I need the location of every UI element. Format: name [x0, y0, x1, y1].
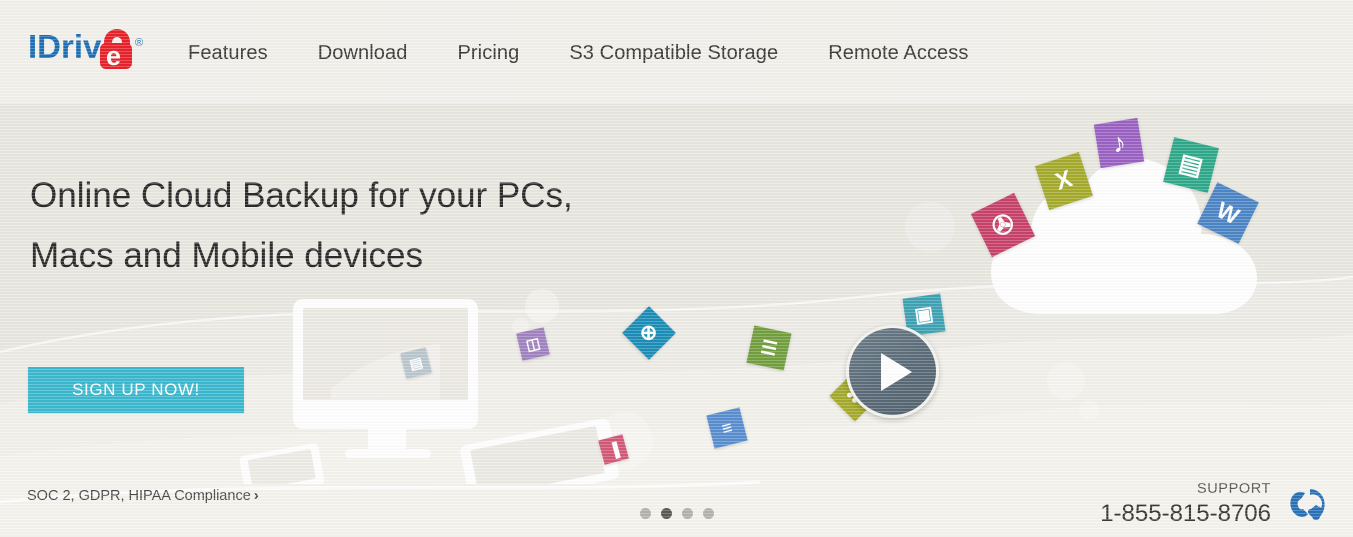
- carousel-dot-2[interactable]: [660, 508, 672, 519]
- file-tile-video-glyph: ▤: [1176, 148, 1206, 181]
- hero-banner: Online Cloud Backup for your PCs, Macs a…: [0, 104, 1353, 537]
- support-label: SUPPORT: [1196, 481, 1271, 497]
- file-tile-image-glyph: ▣: [913, 302, 935, 328]
- decorative-blob: [1047, 362, 1085, 400]
- main-navigation: Features Download Pricing S3 Compatible …: [188, 40, 968, 67]
- nav-item-download[interactable]: Download: [318, 40, 408, 67]
- file-tile-music-glyph: ♪: [1109, 126, 1128, 159]
- svg-text:IDriv: IDriv: [28, 28, 102, 65]
- play-video-button[interactable]: [846, 325, 939, 418]
- decorative-blob: [1079, 400, 1099, 420]
- file-tile-screen-grey-glyph: ▤: [407, 353, 425, 373]
- support-text: SUPPORT 1-855-815-8706: [1100, 479, 1271, 529]
- file-tile-doc-green: ☰: [746, 325, 792, 371]
- headline-line-2: Macs and Mobile devices: [30, 236, 423, 275]
- file-tile-doc-green-glyph: ☰: [759, 336, 779, 360]
- chevron-right-icon: ›: [253, 487, 259, 504]
- file-tile-excel-glyph: X: [1052, 165, 1076, 196]
- support-block: SUPPORT 1-855-815-8706: [1100, 479, 1331, 529]
- svg-text:®: ®: [135, 37, 143, 49]
- carousel-dot-1[interactable]: [639, 508, 651, 519]
- file-tile-globe-glyph: ⊕: [640, 321, 658, 345]
- play-icon: [881, 352, 912, 391]
- nav-item-remote-access[interactable]: Remote Access: [828, 40, 968, 67]
- headline-line-1: Online Cloud Backup for your PCs,: [30, 176, 573, 215]
- carousel-dot-4[interactable]: [702, 508, 714, 519]
- svg-text:e: e: [106, 41, 121, 71]
- nav-item-s3-storage[interactable]: S3 Compatible Storage: [569, 40, 778, 67]
- page-title: Online Cloud Backup for your PCs, Macs a…: [30, 166, 573, 286]
- devices-illustration: [239, 299, 620, 484]
- sign-up-now-button[interactable]: SIGN UP NOW!: [28, 367, 244, 413]
- compliance-link[interactable]: SOC 2, GDPR, HIPAA Compliance ›: [27, 487, 259, 504]
- idrive-logo-icon: IDriv e ®: [28, 28, 143, 71]
- file-tile-text-blue-glyph: ≡: [719, 417, 735, 439]
- support-phone-number[interactable]: 1-855-815-8706: [1100, 499, 1271, 529]
- nav-item-features[interactable]: Features: [188, 40, 268, 67]
- idrive-logo[interactable]: IDriv e ®: [28, 24, 168, 72]
- decorative-blob: [905, 202, 955, 252]
- file-tile-music: ♪: [1093, 117, 1145, 169]
- carousel-dot-3[interactable]: [681, 508, 693, 519]
- nav-item-pricing[interactable]: Pricing: [457, 40, 519, 67]
- file-tile-pdf-glyph: ✇: [986, 206, 1020, 244]
- site-header: IDriv e ® Features Download Pricing S3 C…: [0, 0, 1353, 104]
- compliance-label: SOC 2, GDPR, HIPAA Compliance: [27, 488, 251, 504]
- file-tile-chart-pink-glyph: ▐: [606, 440, 621, 459]
- phone-icon[interactable]: [1285, 483, 1331, 525]
- file-tile-note-purple-glyph: ◫: [524, 334, 542, 354]
- file-tile-word-glyph: W: [1212, 196, 1244, 229]
